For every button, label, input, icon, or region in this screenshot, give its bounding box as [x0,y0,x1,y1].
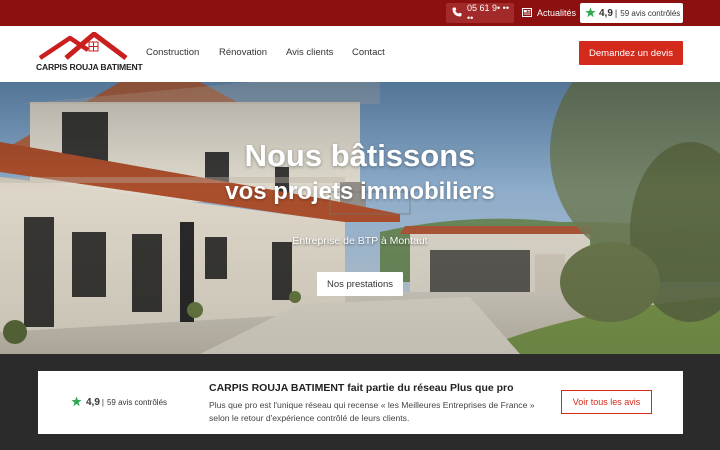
hero-image [0,82,720,354]
hero-banner: Nous bâtissons vos projets immobiliers E… [0,82,720,354]
rating-badge[interactable]: 4,9 | 59 avis contrôlés [580,3,683,23]
newspaper-icon [522,7,532,19]
rating-count: 59 avis contrôlés [620,8,681,18]
card-rating-score: 4,9 [86,397,100,408]
logo-text: CARPIS ROUJA BATIMENT [36,62,143,72]
logo-roof-icon [38,32,128,60]
card-description: Plus que pro est l'unique réseau qui rec… [209,400,535,423]
rating-score: 4,9 [599,7,613,19]
nav-construction[interactable]: Construction [146,47,199,58]
hero-title-line1: Nous bâtissons [244,138,476,173]
card-title: CARPIS ROUJA BATIMENT fait partie du rés… [209,382,514,394]
nav-avis-clients[interactable]: Avis clients [286,47,333,58]
logo[interactable]: CARPIS ROUJA BATIMENT [36,32,143,76]
phone-number: 05 61 9• •• •• [467,3,509,23]
hero-title-line2: vos projets immobiliers [225,178,495,205]
nav-renovation[interactable]: Rénovation [219,47,267,58]
review-network-card: 4,9 | 59 avis contrôlés CARPIS ROUJA BAT… [38,371,683,434]
nav-contact[interactable]: Contact [352,47,385,58]
phone-icon [452,7,462,19]
hero-subtitle: Entreprise de BTP à Montaut [292,235,428,247]
card-rating-badge: 4,9 | 59 avis contrôlés [71,396,167,409]
phone-link[interactable]: 05 61 9• •• •• [446,3,514,23]
card-rating-separator: | [101,398,104,407]
news-link[interactable]: Actualités [522,3,578,23]
star-icon [71,396,82,409]
news-label: Actualités [537,8,577,18]
top-bar: 05 61 9• •• •• Actualités 4,9 | 59 avis … [0,0,720,26]
rating-separator: | [614,8,618,18]
star-icon [585,6,596,20]
see-all-reviews-button[interactable]: Voir tous les avis [561,390,652,414]
services-button[interactable]: Nos prestations [317,272,403,296]
main-header: CARPIS ROUJA BATIMENT Construction Rénov… [0,26,720,82]
card-rating-count: 59 avis contrôlés [106,398,168,407]
request-quote-button[interactable]: Demandez un devis [579,41,683,65]
